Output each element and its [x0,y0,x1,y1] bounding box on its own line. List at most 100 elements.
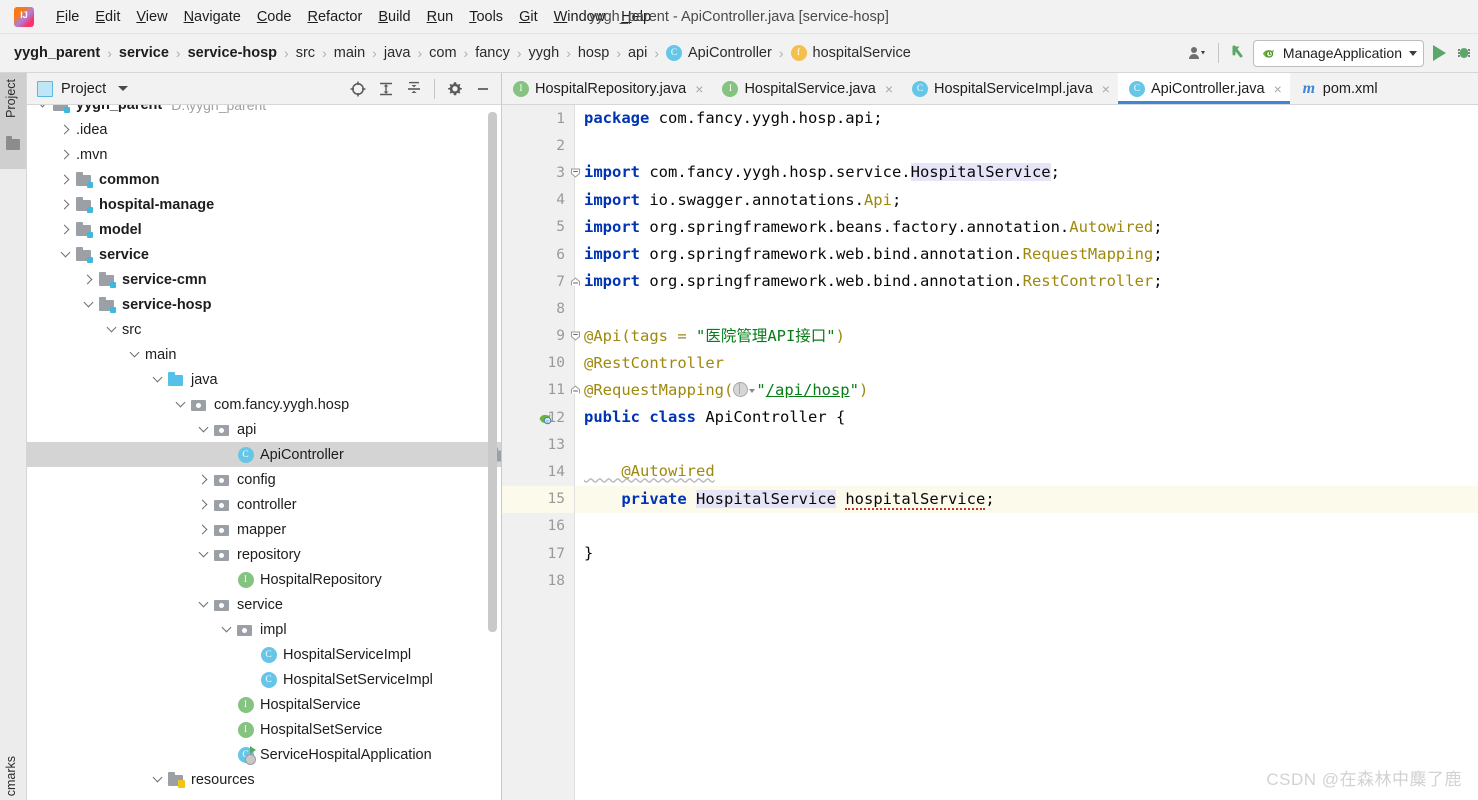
expand-all-icon[interactable] [372,76,400,102]
tree-item-com-fancy-yygh-hosp[interactable]: com.fancy.yygh.hosp [27,392,501,417]
chevron-down-icon[interactable] [749,388,756,393]
gutter-line-3[interactable]: 3 [502,159,580,186]
tree-item-common[interactable]: common [27,167,501,192]
breadcrumb-java[interactable]: java [384,45,411,61]
editor-tab-hospitalrepository-java[interactable]: HospitalRepository.java × [502,73,711,104]
chevron-down-icon[interactable] [198,423,211,436]
tree-item-config[interactable]: config [27,467,501,492]
editor-tab-hospitalservice-java[interactable]: HospitalService.java × [711,73,901,104]
code-editor[interactable]: 1 2 3 4 5 6 7 8 9 10 11 c 12 13 14 15 16 17 18 package com… [502,105,1478,800]
project-scrollbar-thumb[interactable] [488,112,497,632]
tree-item-service-cmn[interactable]: service-cmn [27,267,501,292]
breadcrumb-service-hosp[interactable]: service-hosp [188,45,277,61]
code-line-3[interactable]: import com.fancy.yygh.hosp.service.Hospi… [575,159,1478,186]
tree-item-resources[interactable]: resources [27,767,501,792]
tree-item-hospitalsetservice[interactable]: HospitalSetService [27,717,501,742]
chevron-right-icon[interactable] [83,273,96,286]
code-line-4[interactable]: import io.swagger.annotations.Api; [575,187,1478,214]
code-line-14[interactable]: @Autowired [575,458,1478,485]
gutter-line-9[interactable]: 9 [502,323,580,350]
code-line-1[interactable]: package com.fancy.yygh.hosp.api; [575,105,1478,132]
close-icon[interactable]: × [885,82,893,96]
chevron-down-icon[interactable] [175,398,188,411]
menu-git[interactable]: Git [511,6,546,28]
menu-view[interactable]: View [128,6,175,28]
tree-item-repository[interactable]: repository [27,542,501,567]
project-scrollbar-track[interactable] [488,104,499,800]
tree-item-service[interactable]: service [27,592,501,617]
code-line-9[interactable]: @Api(tags = "医院管理API接口") [575,323,1478,350]
project-tree[interactable]: yygh_parent D:\yygh_parent .idea .mvn common… [27,105,501,800]
breadcrumb-apicontroller[interactable]: C ApiController [666,45,772,61]
gutter-line-11[interactable]: 11 [502,377,580,404]
gutter-line-4[interactable]: 4 [502,187,574,214]
tree-item-impl[interactable]: impl [27,617,501,642]
chevron-right-icon[interactable] [198,473,211,486]
hide-panel-icon[interactable] [469,76,497,102]
gutter-line-14[interactable]: 14 [502,458,574,485]
tree-item-hospitalserviceimpl[interactable]: HospitalServiceImpl [27,642,501,667]
close-icon[interactable]: × [1274,82,1282,96]
menu-help[interactable]: Help [613,6,659,28]
code-line-18[interactable] [575,567,1478,594]
tree-item-yygh-parent[interactable]: yygh_parent D:\yygh_parent [27,105,501,117]
code-line-12[interactable]: public class ApiController { [575,404,1478,431]
chevron-right-icon[interactable] [198,498,211,511]
chevron-down-icon[interactable] [152,373,165,386]
close-icon[interactable]: × [1102,82,1110,96]
close-icon[interactable]: × [695,82,703,96]
tree-item-model[interactable]: model [27,217,501,242]
chevron-down-icon[interactable] [198,548,211,561]
tree-item-mapper[interactable]: mapper [27,517,501,542]
menu-code[interactable]: Code [249,6,300,28]
chevron-right-icon[interactable] [60,223,73,236]
code-line-7[interactable]: import org.springframework.web.bind.anno… [575,268,1478,295]
gutter-line-16[interactable]: 16 [502,513,574,540]
tree-item-servicehospitalapplication[interactable]: ServiceHospitalApplication [27,742,501,767]
spring-bean-gutter-icon[interactable]: c [538,410,553,425]
chevron-down-icon[interactable] [198,598,211,611]
editor-tab-hospitalserviceimpl-java[interactable]: HospitalServiceImpl.java × [901,73,1118,104]
breadcrumb-yygh-parent[interactable]: yygh_parent [14,45,100,61]
chevron-down-icon[interactable] [106,323,119,336]
breadcrumb-service[interactable]: service [119,45,169,61]
menu-refactor[interactable]: Refactor [300,6,371,28]
tree-item-src[interactable]: src [27,317,501,461]
code-line-16[interactable] [575,513,1478,540]
chevron-down-icon[interactable] [129,348,142,361]
breadcrumb-hosp[interactable]: hosp [578,45,609,61]
collapse-all-icon[interactable] [400,76,428,102]
code-line-8[interactable] [575,295,1478,322]
gutter-line-15[interactable]: 15 [502,485,574,513]
tree-item-hospitalsetserviceimpl[interactable]: HospitalSetServiceImpl [27,667,501,692]
code-line-6[interactable]: import org.springframework.web.bind.anno… [575,241,1478,268]
breadcrumb-fancy[interactable]: fancy [475,45,510,61]
menu-build[interactable]: Build [370,6,418,28]
run-configuration-selector[interactable]: ManageApplication [1252,39,1424,67]
tree-item-service-hosp[interactable]: service-hosp [27,292,501,317]
editor-tab-bar[interactable]: HospitalRepository.java×HospitalService.… [502,73,1478,105]
breadcrumb-yygh[interactable]: yygh [529,45,560,61]
debug-button[interactable] [1454,40,1474,66]
chevron-down-icon[interactable] [83,298,96,311]
tree-item--idea[interactable]: .idea [27,117,501,461]
code-line-11[interactable]: @RequestMapping("/api/hosp") [575,377,1478,404]
code-line-15[interactable]: private HospitalService hospitalService; [575,485,1478,513]
chevron-right-icon[interactable] [198,523,211,536]
gutter-line-8[interactable]: 8 [502,295,574,322]
vcs-arrow-icon[interactable] [1225,40,1253,66]
tree-item-hospitalservice[interactable]: HospitalService [27,692,501,717]
chevron-down-icon[interactable] [37,105,50,111]
tree-item-hospitalrepository[interactable]: HospitalRepository [27,567,501,592]
tree-item-hospital-manage[interactable]: hospital-manage [27,192,501,217]
tree-item-java[interactable]: java [27,367,501,392]
breadcrumb-main[interactable]: main [334,45,365,61]
gutter-line-5[interactable]: 5 [502,214,574,241]
tree-item-api[interactable]: api [27,417,501,442]
gutter-line-10[interactable]: 10 [502,350,574,377]
gutter-line-6[interactable]: 6 [502,241,574,268]
editor-tab-pom-xml[interactable]: pom.xml [1290,73,1386,104]
menu-run[interactable]: Run [419,6,462,28]
menu-window[interactable]: Window [546,6,614,28]
gutter-line-2[interactable]: 2 [502,132,574,159]
